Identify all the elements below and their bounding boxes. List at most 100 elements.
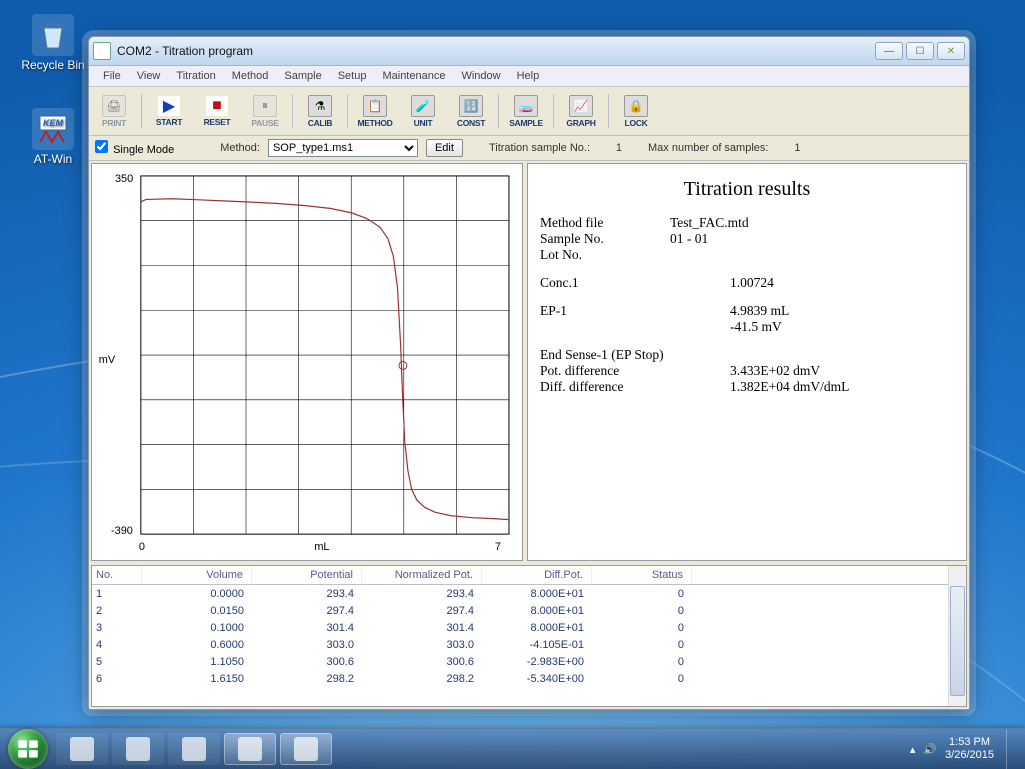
table-cell: 6	[92, 670, 142, 687]
table-cell: 298.2	[252, 670, 362, 687]
method-select[interactable]: SOP_type1.ms1	[268, 139, 418, 157]
volume-icon[interactable]: 🔊	[923, 743, 937, 756]
table-cell: 0	[592, 585, 692, 602]
table-header-cell[interactable]: Normalized Pot.	[362, 566, 482, 584]
calib-icon: ⚗	[308, 95, 332, 117]
svg-text:KEM: KEM	[43, 118, 64, 128]
menu-file[interactable]: File	[95, 68, 129, 84]
desktop-icon-label: Recycle Bin	[21, 58, 84, 72]
window-titlebar[interactable]: COM2 - Titration program — ☐ ✕	[89, 37, 969, 66]
table-header-cell[interactable]: Potential	[252, 566, 362, 584]
table-row[interactable]: 40.6000303.0303.0-4.105E-010	[92, 636, 966, 653]
menu-setup[interactable]: Setup	[330, 68, 375, 84]
taskbar-atwin-button[interactable]	[224, 733, 276, 765]
table-cell: 301.4	[252, 619, 362, 636]
taskbar-ie-button[interactable]	[56, 733, 108, 765]
reset-icon: ■	[206, 96, 228, 116]
table-row[interactable]: 61.6150298.2298.2-5.340E+000	[92, 670, 966, 687]
recycle-bin-icon	[32, 14, 74, 56]
minimize-button[interactable]: —	[875, 42, 903, 60]
graph-icon: 📈	[569, 95, 593, 117]
data-table[interactable]: No.VolumePotentialNormalized Pot.Diff.Po…	[91, 565, 967, 707]
desktop-icon-recycle-bin[interactable]: Recycle Bin	[18, 14, 88, 72]
atwin-app-icon	[238, 737, 262, 761]
table-header-cell[interactable]: Status	[592, 566, 692, 584]
sample-button[interactable]: 🧫SAMPLE	[503, 90, 549, 132]
menu-maintenance[interactable]: Maintenance	[374, 68, 453, 84]
menu-sample[interactable]: Sample	[276, 68, 329, 84]
taskbar-explorer-button[interactable]	[112, 733, 164, 765]
graph-button[interactable]: 📈GRAPH	[558, 90, 604, 132]
table-cell: 0.1000	[142, 619, 252, 636]
table-row[interactable]: 51.1050300.6300.6-2.983E+000	[92, 653, 966, 670]
close-button[interactable]: ✕	[937, 42, 965, 60]
titration-curve-chart: 350 -390 0 7 mL mV	[92, 164, 522, 560]
method-icon: 📋	[363, 95, 387, 117]
menu-help[interactable]: Help	[509, 68, 548, 84]
unit-button[interactable]: 🧪UNIT	[400, 90, 446, 132]
toolbar-separator	[292, 94, 293, 128]
y-axis-label: mV	[99, 354, 116, 366]
reset-label: RESET	[204, 117, 231, 127]
single-mode-checkbox[interactable]	[95, 140, 108, 153]
taskbar: ▴ 🔊 1:53 PM 3/26/2015	[0, 728, 1025, 769]
table-row[interactable]: 30.1000301.4301.48.000E+010	[92, 619, 966, 636]
table-cell: 1.6150	[142, 670, 252, 687]
desktop-icon-label: AT-Win	[34, 152, 72, 166]
table-header-cell[interactable]: Diff.Pot.	[482, 566, 592, 584]
menu-method[interactable]: Method	[224, 68, 277, 84]
table-cell: 1.1050	[142, 653, 252, 670]
menu-view[interactable]: View	[129, 68, 169, 84]
tray-chevron-icon[interactable]: ▴	[910, 743, 916, 756]
titration-curve	[141, 199, 509, 520]
const-label: CONST	[457, 118, 485, 128]
graph-label: GRAPH	[566, 118, 595, 128]
menu-titration[interactable]: Titration	[168, 68, 223, 84]
sample-no-value: 01 - 01	[670, 231, 954, 247]
y-min-tick: -390	[111, 525, 133, 537]
const-button[interactable]: 🔢CONST	[448, 90, 494, 132]
calib-button[interactable]: ⚗CALIB	[297, 90, 343, 132]
show-desktop-button[interactable]	[1006, 729, 1017, 769]
x-axis-label: mL	[314, 541, 329, 553]
print-button: 🖨PRINT	[91, 90, 137, 132]
table-cell: -4.105E-01	[482, 636, 592, 653]
menu-window[interactable]: Window	[453, 68, 508, 84]
table-row[interactable]: 20.0150297.4297.48.000E+010	[92, 602, 966, 619]
reset-button[interactable]: ■RESET	[194, 90, 240, 132]
start-button[interactable]: ▶START	[146, 90, 192, 132]
system-tray[interactable]: ▴ 🔊 1:53 PM 3/26/2015	[910, 729, 1017, 769]
end-sense-label: End Sense-1 (EP Stop)	[540, 347, 664, 363]
pause-button: ⏸PAUSE	[242, 90, 288, 132]
edit-button[interactable]: Edit	[426, 139, 463, 157]
taskbar-wmp-button[interactable]	[168, 733, 220, 765]
graph-panel[interactable]: 350 -390 0 7 mL mV	[91, 163, 523, 561]
lock-button[interactable]: 🔒LOCK	[613, 90, 659, 132]
sample-label: SAMPLE	[509, 118, 543, 128]
unit-icon: 🧪	[411, 95, 435, 117]
method-button[interactable]: 📋METHOD	[352, 90, 398, 132]
toolbar-separator	[608, 94, 609, 128]
start-button[interactable]	[8, 729, 48, 769]
table-cell: 0	[592, 670, 692, 687]
titration-sample-label: Titration sample No.:	[489, 142, 590, 154]
x-max-tick: 7	[495, 541, 501, 553]
results-title: Titration results	[540, 178, 954, 201]
table-header-cell[interactable]: No.	[92, 566, 142, 584]
table-cell: 5	[92, 653, 142, 670]
taskbar-titr-button[interactable]	[280, 733, 332, 765]
table-row[interactable]: 10.0000293.4293.48.000E+010	[92, 585, 966, 602]
table-scrollbar-track[interactable]	[948, 566, 966, 706]
table-header-cell[interactable]: Volume	[142, 566, 252, 584]
max-samples-label: Max number of samples:	[648, 142, 768, 154]
method-label: Method:	[220, 142, 260, 154]
table-scrollbar-thumb[interactable]	[950, 586, 965, 696]
pot-diff-label: Pot. difference	[540, 363, 670, 379]
table-cell: 0.6000	[142, 636, 252, 653]
desktop-icon-at-win[interactable]: KEM AT-Win	[18, 108, 88, 166]
taskbar-clock[interactable]: 1:53 PM 3/26/2015	[945, 736, 994, 762]
start-icon: ▶	[158, 96, 180, 116]
single-mode-checkbox-wrap[interactable]: Single Mode	[95, 140, 174, 156]
table-header-row: No.VolumePotentialNormalized Pot.Diff.Po…	[92, 566, 966, 585]
maximize-button[interactable]: ☐	[906, 42, 934, 60]
